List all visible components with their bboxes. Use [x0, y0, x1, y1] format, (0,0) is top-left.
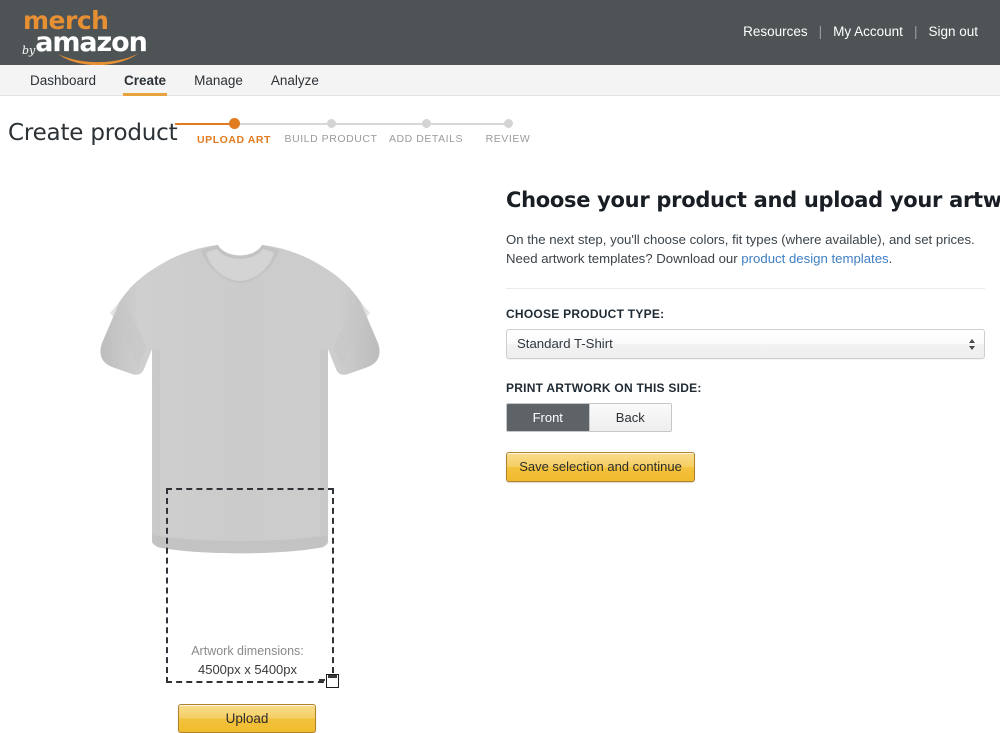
nav-separator-2: | — [905, 24, 927, 39]
nav-tab-create[interactable]: Create — [110, 65, 180, 96]
page-title: Create product — [8, 120, 177, 146]
product-preview-panel: Upload Artwork dimensions: 4500px x 5400… — [0, 168, 495, 696]
product-type-select[interactable]: Standard T-Shirt — [506, 329, 985, 359]
logo-by-text: by — [22, 44, 35, 57]
product-type-selected-value: Standard T-Shirt — [517, 330, 613, 358]
select-stepper-arrows-icon — [969, 330, 975, 358]
description-line-2-prefix: Need artwork templates? Download our — [506, 251, 741, 266]
save-selection-and-continue-button[interactable]: Save selection and continue — [506, 452, 695, 482]
step-dot-review — [504, 119, 513, 128]
step-dot-add-details — [422, 119, 431, 128]
main-nav-tabs: Dashboard Create Manage Analyze — [16, 65, 333, 96]
print-side-front-button[interactable]: Front — [507, 404, 589, 431]
section-divider — [506, 288, 985, 289]
nav-tab-analyze[interactable]: Analyze — [257, 65, 333, 96]
amazon-smile-icon — [56, 51, 142, 65]
upload-button[interactable]: Upload — [178, 704, 316, 733]
product-options-panel: Choose your product and upload your artw… — [506, 188, 986, 482]
print-side-toggle-group: Front Back — [506, 403, 672, 432]
top-header-bar: merch byamazon Resources|My Account|Sign… — [0, 0, 1000, 65]
print-side-label: PRINT ARTWORK ON THIS SIDE: — [506, 381, 986, 395]
main-navigation-bar: Dashboard Create Manage Analyze — [0, 65, 1000, 96]
description-line-1: On the next step, you'll choose colors, … — [506, 232, 975, 247]
panel-description: On the next step, you'll choose colors, … — [506, 230, 986, 268]
step-dot-build-product — [327, 119, 336, 128]
panel-heading: Choose your product and upload your artw… — [506, 188, 986, 212]
product-design-templates-link[interactable]: product design templates — [741, 251, 888, 266]
artwork-dimensions-label: Artwork dimensions: — [0, 642, 495, 660]
step-progress-indicator: UPLOAD ART BUILD PRODUCT ADD DETAILS REV… — [175, 117, 525, 151]
print-side-back-button[interactable]: Back — [589, 404, 672, 431]
nav-tab-manage[interactable]: Manage — [180, 65, 257, 96]
step-review[interactable]: REVIEW — [463, 117, 553, 145]
description-line-2-suffix: . — [889, 251, 893, 266]
nav-separator-1: | — [810, 24, 832, 39]
product-type-label: CHOOSE PRODUCT TYPE: — [506, 307, 986, 321]
top-utility-nav: Resources|My Account|Sign out — [741, 24, 980, 39]
my-account-link[interactable]: My Account — [831, 24, 905, 39]
artwork-dimensions: Artwork dimensions: 4500px x 5400px — [0, 642, 495, 679]
nav-tab-dashboard[interactable]: Dashboard — [16, 65, 110, 96]
step-label-review: REVIEW — [463, 133, 553, 145]
step-dot-upload-art — [229, 118, 240, 129]
sign-out-link[interactable]: Sign out — [926, 24, 980, 39]
resources-link[interactable]: Resources — [741, 24, 810, 39]
artwork-dimensions-value: 4500px x 5400px — [0, 660, 495, 679]
merch-by-amazon-logo[interactable]: merch byamazon — [22, 8, 172, 58]
